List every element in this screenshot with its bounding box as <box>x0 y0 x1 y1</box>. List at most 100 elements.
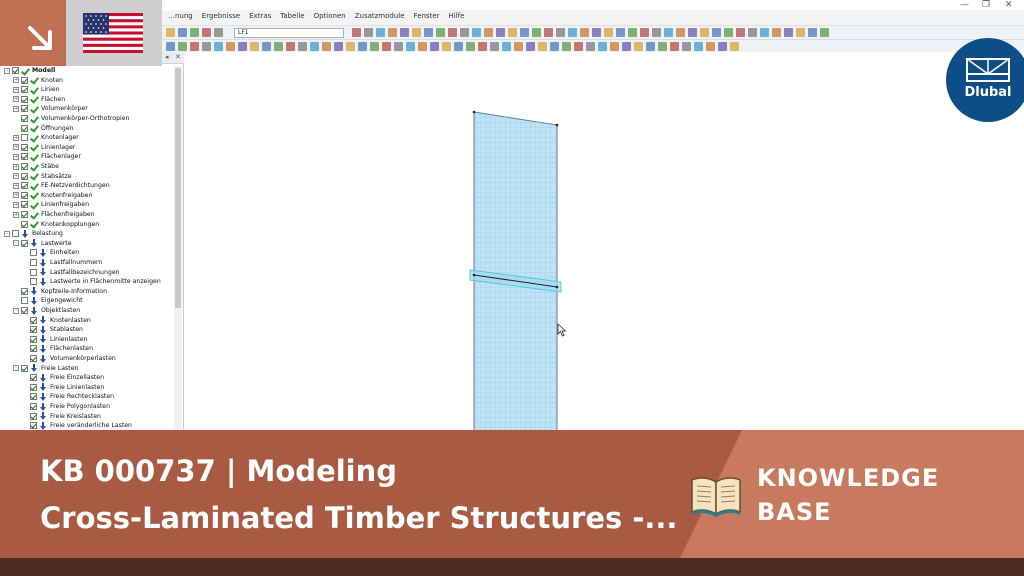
restore-icon[interactable]: ❐ <box>982 0 990 10</box>
expand-icon[interactable]: + <box>13 96 19 103</box>
collapse-icon[interactable]: - <box>13 365 19 372</box>
toolbar-button-icon[interactable] <box>508 28 517 37</box>
tree-checkbox[interactable] <box>21 297 28 305</box>
menu-item[interactable]: Fenster <box>414 12 440 20</box>
toolbar-button-icon[interactable] <box>334 42 343 51</box>
toolbar-button-icon[interactable] <box>502 42 511 51</box>
tree-item[interactable]: Knotenlasten <box>22 316 91 325</box>
collapse-icon[interactable]: - <box>4 230 10 237</box>
toolbar-button-icon[interactable] <box>610 42 619 51</box>
tree-item[interactable]: Flächenlasten <box>22 344 93 353</box>
toolbar-button-icon[interactable] <box>580 28 589 37</box>
tree-checkbox[interactable] <box>21 211 28 218</box>
loadcase-combo[interactable]: LF1 <box>234 28 344 38</box>
tree-checkbox[interactable] <box>21 172 28 180</box>
toolbar-button-icon[interactable] <box>484 28 493 37</box>
toolbar-button-icon[interactable] <box>370 42 379 51</box>
toolbar-button-icon[interactable] <box>538 42 547 51</box>
toolbar-button-icon[interactable] <box>418 42 427 51</box>
navigator-close-icon[interactable]: ✕ <box>175 53 181 61</box>
tree-item[interactable]: Lastwerte in Flächenmitte anzeigen <box>22 277 161 286</box>
tree-checkbox[interactable] <box>21 201 28 209</box>
toolbar-button-icon[interactable] <box>748 28 757 37</box>
toolbar-button-icon[interactable] <box>472 28 481 37</box>
toolbar-button-icon[interactable] <box>556 28 565 37</box>
toolbar-button-icon[interactable] <box>496 28 505 37</box>
toolbar-button-icon[interactable] <box>376 28 385 37</box>
menu-item[interactable]: Extras <box>249 12 271 20</box>
node-1[interactable] <box>472 110 476 114</box>
node-3[interactable] <box>472 273 476 277</box>
toolbar-button-icon[interactable] <box>670 42 679 51</box>
tree-checkbox[interactable] <box>30 412 37 420</box>
tree-item[interactable]: + Stäbe <box>13 162 59 171</box>
expand-icon[interactable]: + <box>13 182 19 189</box>
toolbar-button-icon[interactable] <box>808 28 817 37</box>
tree-item[interactable]: Einheiten <box>22 248 79 257</box>
toolbar-button-icon[interactable] <box>688 28 697 37</box>
toolbar-button-icon[interactable] <box>286 42 295 51</box>
toolbar-button-icon[interactable] <box>784 28 793 37</box>
tree-checkbox[interactable] <box>30 278 37 286</box>
toolbar-button-icon[interactable] <box>598 42 607 51</box>
menu-item[interactable]: Hilfe <box>449 12 465 20</box>
toolbar-button-icon[interactable] <box>322 42 331 51</box>
toolbar-button-icon[interactable] <box>514 42 523 51</box>
navigator-scroll-thumb[interactable] <box>175 68 181 308</box>
tree-checkbox[interactable] <box>30 355 37 362</box>
toolbar-button-icon[interactable] <box>352 28 361 37</box>
toolbar-button-icon[interactable] <box>640 28 649 37</box>
tree-item[interactable]: + Knotenfreigaben <box>13 191 92 200</box>
toolbar-button-icon[interactable] <box>622 42 631 51</box>
tree-checkbox[interactable] <box>30 335 37 343</box>
toolbar-button-icon[interactable] <box>820 28 829 37</box>
tree-item[interactable]: + Knotenlager <box>13 133 79 142</box>
expand-icon[interactable]: + <box>13 153 19 160</box>
toolbar-button-icon[interactable] <box>274 42 283 51</box>
tree-checkbox[interactable] <box>30 259 37 266</box>
tree-item[interactable]: - Objektlasten <box>13 306 80 315</box>
toolbar-button-icon[interactable] <box>298 42 307 51</box>
toolbar-button-icon[interactable] <box>448 28 457 37</box>
tree-item[interactable]: Stablasten <box>22 325 83 334</box>
tree-item[interactable]: + Linienlager <box>13 143 75 152</box>
tree-checkbox[interactable] <box>21 182 28 190</box>
toolbar-button-icon[interactable] <box>214 42 223 51</box>
toolbar-button-icon[interactable] <box>226 42 235 51</box>
toolbar-button-icon[interactable] <box>718 42 727 51</box>
tree-item[interactable]: + Flächenfreigaben <box>13 210 95 219</box>
toolbar-button-icon[interactable] <box>694 42 703 51</box>
tree-checkbox[interactable] <box>21 153 28 161</box>
toolbar-button-icon[interactable] <box>358 42 367 51</box>
toolbar-button-icon[interactable] <box>700 28 709 37</box>
tree-checkbox[interactable] <box>30 422 37 430</box>
toolbar-button-icon[interactable] <box>406 42 415 51</box>
toolbar-button-icon[interactable] <box>454 42 463 51</box>
toolbar-button-icon[interactable] <box>400 28 409 37</box>
tree-item[interactable]: - Lastwerte <box>13 239 72 248</box>
expand-icon[interactable]: + <box>13 163 19 170</box>
toolbar-button-icon[interactable] <box>202 42 211 51</box>
toolbar-button-icon[interactable] <box>706 42 715 51</box>
tree-item[interactable]: Freie Rechtecklasten <box>22 392 114 401</box>
tree-checkbox[interactable] <box>30 268 37 276</box>
toolbar-button-icon[interactable] <box>202 28 211 37</box>
toolbar-button-icon[interactable] <box>178 28 187 37</box>
expand-icon[interactable]: + <box>13 211 19 218</box>
toolbar-button-icon[interactable] <box>442 42 451 51</box>
toolbar-button-icon[interactable] <box>394 42 403 51</box>
expand-icon[interactable]: + <box>13 105 19 112</box>
tree-item[interactable]: Lastfallbezeichnungen <box>22 268 120 277</box>
toolbar-button-icon[interactable] <box>412 28 421 37</box>
expand-icon[interactable]: + <box>13 134 19 141</box>
toolbar-button-icon[interactable] <box>262 42 271 51</box>
toolbar-button-icon[interactable] <box>604 28 613 37</box>
minimize-icon[interactable]: — <box>960 0 969 10</box>
toolbar-button-icon[interactable] <box>550 42 559 51</box>
close-icon[interactable]: ✕ <box>1005 0 1013 10</box>
tree-item[interactable]: + Knoten <box>13 76 63 85</box>
tree-checkbox[interactable] <box>21 134 28 142</box>
collapse-icon[interactable]: - <box>13 240 19 247</box>
toolbar-button-icon[interactable] <box>526 42 535 51</box>
toolbar-button-icon[interactable] <box>736 28 745 37</box>
